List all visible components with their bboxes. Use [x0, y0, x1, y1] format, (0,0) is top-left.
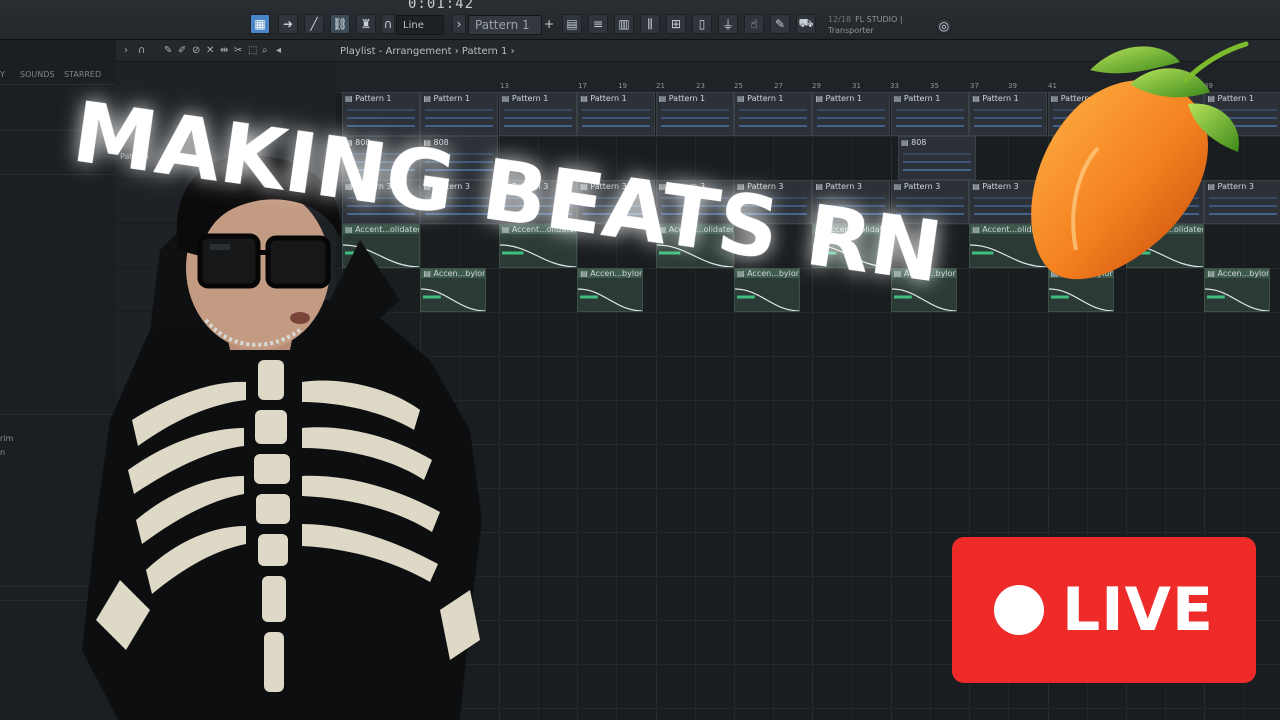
live-label: LIVE [1062, 575, 1214, 645]
live-badge: LIVE [952, 537, 1256, 683]
record-icon [994, 585, 1044, 635]
